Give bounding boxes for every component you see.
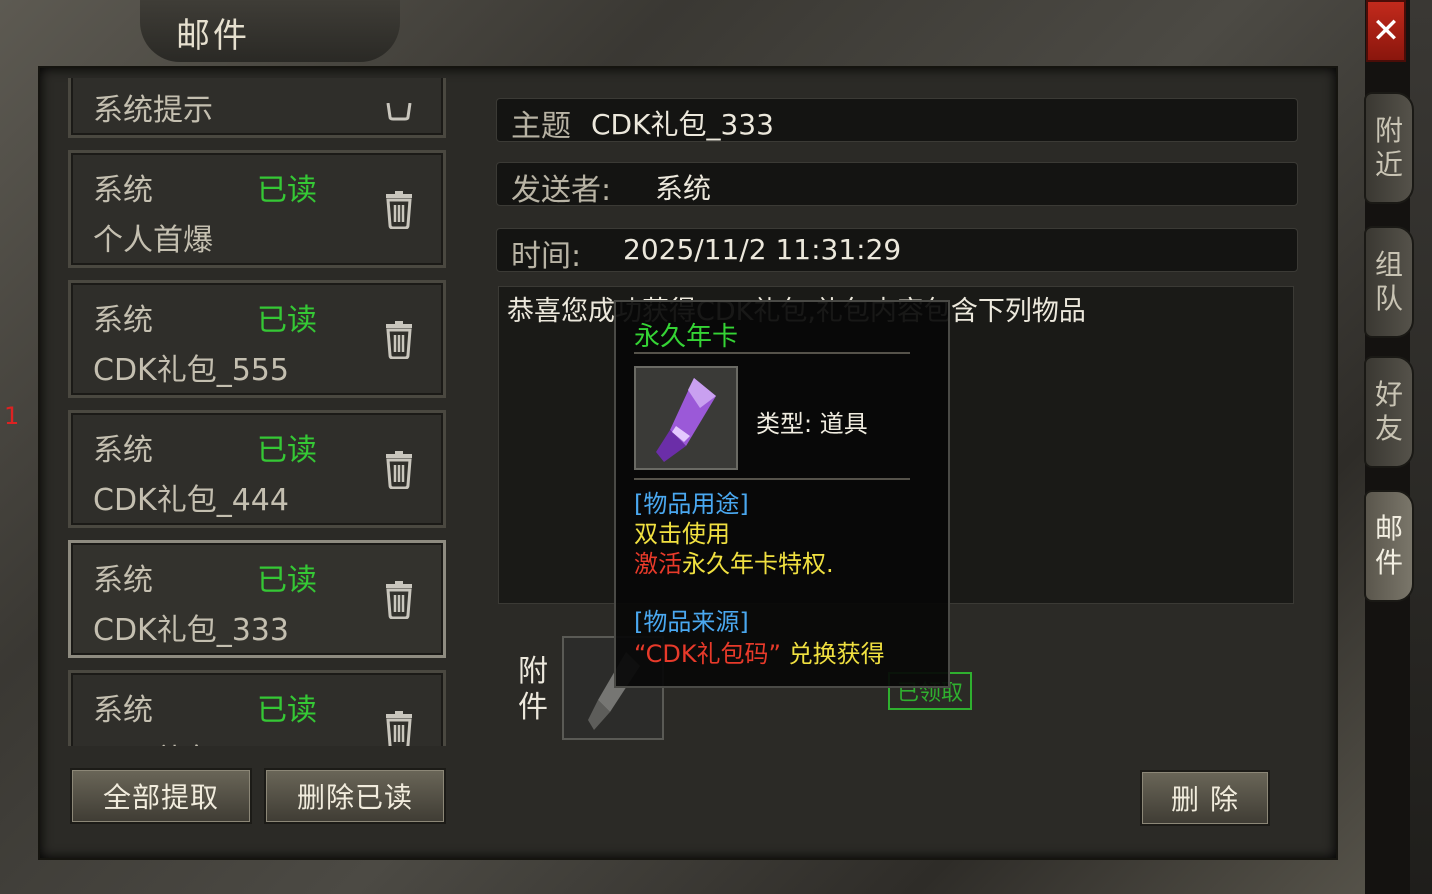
- time-label: 时间:: [511, 239, 582, 274]
- mail-subject: CDK礼包_555: [93, 353, 289, 388]
- trash-icon[interactable]: [385, 581, 413, 619]
- side-tab-label: 附: [1374, 114, 1403, 147]
- mail-sender: 系统: [93, 693, 153, 728]
- divider: [634, 478, 910, 480]
- source-text: 兑换获得: [788, 640, 885, 668]
- mail-subject: CDK礼包_333: [93, 613, 289, 648]
- mail-sender: 系统提示: [93, 93, 213, 128]
- side-tab-label: 近: [1374, 148, 1403, 181]
- side-tab-label: 友: [1374, 412, 1403, 445]
- activate-line: 激活永久年卡特权.: [634, 544, 834, 579]
- source-line: “CDK礼包码” 兑换获得: [634, 634, 885, 669]
- trash-icon[interactable]: [385, 103, 413, 121]
- time-value: 2025/11/2 11:31:29: [623, 233, 902, 266]
- delete-button[interactable]: 删 除: [1140, 770, 1270, 826]
- claim-all-button[interactable]: 全部提取: [70, 768, 252, 824]
- mail-sender: 系统: [93, 173, 153, 208]
- mail-list-item[interactable]: 系统 已读 CDK礼包_222: [68, 670, 446, 746]
- mail-read-status: 已读: [257, 303, 317, 338]
- item-type: 类型: 道具: [756, 410, 868, 438]
- side-tab-nearby[interactable]: 附 近: [1364, 92, 1414, 204]
- mail-read-status: 已读: [257, 173, 317, 208]
- mail-sender: 系统: [93, 563, 153, 598]
- item-name: 永久年卡: [634, 322, 739, 352]
- sender-field: 发送者: 系统: [496, 162, 1298, 208]
- attachment-label: 附 件: [518, 654, 548, 726]
- subject-value: CDK礼包_333: [591, 108, 774, 141]
- time-field: 时间: 2025/11/2 11:31:29: [496, 228, 1298, 274]
- mail-list[interactable]: 系统提示 系统 已读 个人首爆 系统 已读 CDK礼包_555 系统 已读 CD…: [58, 78, 458, 746]
- side-tab-label: 邮: [1374, 512, 1403, 545]
- mail-list-item[interactable]: 系统 已读 CDK礼包_555: [68, 280, 446, 398]
- trash-icon[interactable]: [385, 321, 413, 359]
- side-tab-label: 组: [1374, 248, 1403, 281]
- side-tab-mail[interactable]: 邮 件: [1364, 490, 1414, 602]
- side-tab-label: 好: [1374, 378, 1403, 411]
- source-code: “CDK礼包码”: [634, 640, 781, 668]
- mail-subject: CDK礼包_444: [93, 483, 289, 518]
- mail-list-item[interactable]: 系统 已读 CDK礼包_444: [68, 410, 446, 528]
- close-icon: ✕: [1371, 11, 1401, 51]
- item-tooltip: 永久年卡 类型: 道具 [物品用途] 双击使用 激活永久年卡特权. [物品来源]…: [614, 300, 950, 688]
- delete-read-button[interactable]: 删除已读: [264, 768, 446, 824]
- mail-sender: 系统: [93, 433, 153, 468]
- trash-icon[interactable]: [385, 451, 413, 489]
- mail-list-item[interactable]: 系统 已读 个人首爆: [68, 150, 446, 268]
- activate-text: 永久年卡特权.: [682, 550, 834, 578]
- side-tab-label: 队: [1374, 282, 1403, 315]
- trash-icon[interactable]: [385, 711, 413, 746]
- attachment-label-bottom: 件: [518, 690, 548, 725]
- mail-sender: 系统: [93, 303, 153, 338]
- purple-crystal-icon: [656, 378, 716, 462]
- sender-value: 系统: [655, 172, 712, 205]
- activate-word: 激活: [634, 550, 682, 578]
- mail-read-status: 已读: [257, 693, 317, 728]
- attachment-label-top: 附: [518, 654, 548, 689]
- side-tab-label: 件: [1374, 546, 1403, 579]
- edge-number: 1: [4, 402, 20, 430]
- source-title: [物品来源]: [634, 608, 749, 636]
- sender-label: 发送者:: [511, 173, 612, 208]
- subject-label: 主题: [511, 109, 571, 144]
- mail-list-item[interactable]: 系统提示: [68, 78, 446, 138]
- mail-read-status: 已读: [257, 563, 317, 598]
- item-icon-frame: [634, 366, 738, 470]
- window-title: 邮件: [176, 16, 250, 56]
- side-tab-team[interactable]: 组 队: [1364, 226, 1414, 338]
- subject-field: 主题 CDK礼包_333: [496, 98, 1298, 144]
- mail-read-status: 已读: [257, 433, 317, 468]
- mail-subject: 个人首爆: [93, 223, 213, 258]
- mail-subject: CDK礼包_222: [93, 735, 289, 746]
- close-button[interactable]: ✕: [1366, 0, 1406, 62]
- mail-list-item-selected[interactable]: 系统 已读 CDK礼包_333: [68, 540, 446, 658]
- divider: [634, 352, 910, 354]
- side-tab-friends[interactable]: 好 友: [1364, 356, 1414, 468]
- trash-icon[interactable]: [385, 191, 413, 229]
